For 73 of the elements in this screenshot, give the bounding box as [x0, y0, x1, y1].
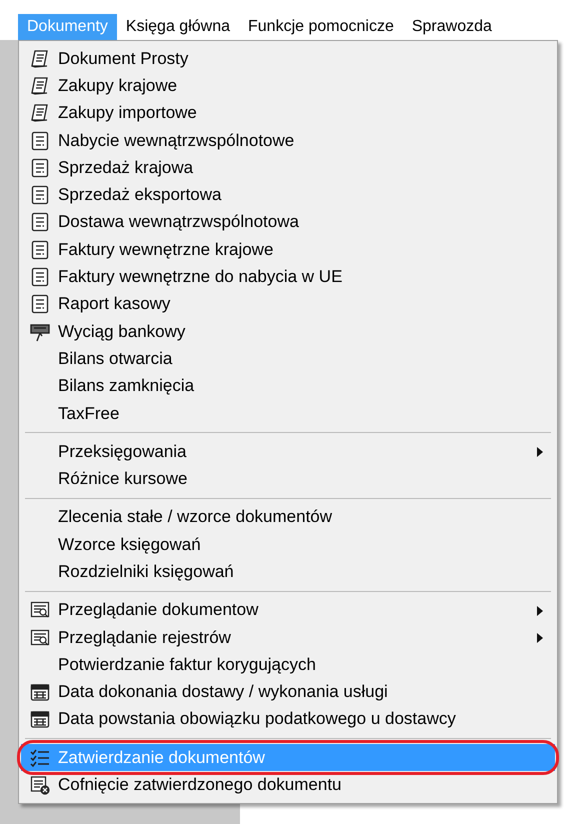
menu-item[interactable]: Księga główna	[116, 14, 239, 40]
menu-item-label: Różnice kursowe	[58, 469, 188, 490]
checklist-icon	[30, 748, 50, 768]
menu-item[interactable]: Przeglądanie rejestrów	[21, 624, 555, 652]
menu-item[interactable]: TaxFree	[21, 400, 555, 428]
menu-item-label: Zakupy krajowe	[58, 76, 178, 96]
menu-item-label: Dokument Prosty	[58, 48, 188, 69]
menu-item[interactable]: Różnice kursowe	[21, 465, 555, 493]
menu-item[interactable]: Data dokonania dostawy / wykonania usługi	[21, 678, 555, 706]
form-icon	[30, 185, 50, 206]
document-pen-icon	[30, 103, 50, 124]
form-icon	[30, 212, 50, 232]
submenu-arrow-icon	[537, 606, 543, 616]
menu-item-label: Cofnięcie zatwierdzonego dokumentu	[58, 775, 342, 796]
menu-item-label: Data dokonania dostawy / wykonania usługi	[58, 682, 388, 702]
menu-item[interactable]: Bilans zamknięcia	[21, 372, 555, 400]
menu-item[interactable]: Dostawa wewnątrzwspólnotowa	[21, 208, 555, 236]
menu-item[interactable]: Nabycie wewnątrzwspólnotowe	[21, 126, 555, 154]
menu-item-label: Data powstania obowiązku podatkowego u dostawcy	[58, 709, 456, 730]
document-pen-icon	[30, 76, 50, 96]
menu-item[interactable]: Wyciąg bankowy	[21, 318, 555, 346]
menu-item-label: Zakupy importowe	[58, 103, 197, 124]
calendar-icon	[30, 709, 50, 730]
menu-item[interactable]: Potwierdzanie faktur korygujących	[21, 651, 555, 679]
menu-item-label: Bilans zamknięcia	[58, 376, 194, 396]
menu-item-label: Sprzedaż eksportowa	[58, 185, 222, 206]
menu-item[interactable]: Cofnięcie zatwierdzonego dokumentu	[21, 771, 555, 799]
menu-item-label: Wyciąg bankowy	[58, 322, 186, 342]
menu-item-label: Zlecenia stałe / wzorce dokumentów	[58, 507, 332, 528]
menu-item-label: Faktury wewnętrzne krajowe	[58, 240, 274, 260]
menu-item[interactable]: Data powstania obowiązku podatkowego u dostawcy	[21, 706, 555, 734]
menu-item[interactable]: Przeglądanie dokumentow	[21, 596, 555, 624]
menu-item-label: Sprzedaż krajowa	[58, 158, 194, 178]
menu-item[interactable]: Funkcje pomocnicze	[239, 14, 403, 40]
form-icon	[30, 240, 50, 260]
menu-item-label: Przeglądanie dokumentow	[58, 600, 258, 620]
menu-item-label: Przeglądanie rejestrów	[58, 628, 231, 648]
calendar-icon	[30, 682, 50, 702]
submenu-arrow-icon	[537, 632, 543, 643]
document-magnifier-icon	[30, 628, 50, 648]
menu-item-label: Bilans otwarcia	[58, 348, 172, 369]
menu-item[interactable]: Dokument Prosty	[21, 45, 555, 72]
menu-item-label: Wzorce księgowań	[58, 534, 201, 555]
menu-item[interactable]: Sprzedaż eksportowa	[21, 181, 555, 209]
form-icon	[30, 158, 50, 178]
menu-item[interactable]: Wzorce księgowań	[21, 531, 555, 558]
menu-item[interactable]: Sprawozda	[402, 14, 501, 40]
menu-item-label: Potwierdzanie faktur korygujących	[58, 654, 316, 675]
menu-item-label: Dostawa wewnątrzwspólnotowa	[58, 212, 299, 232]
menu-item-label: Zatwierdzanie dokumentów	[58, 748, 265, 768]
menu-item[interactable]: Faktury wewnętrzne do nabycia w UE	[21, 263, 555, 291]
menu-item[interactable]: Bilans otwarcia	[21, 345, 555, 373]
form-icon	[30, 267, 50, 288]
menu-item[interactable]: Zakupy importowe	[21, 100, 555, 127]
report-icon	[30, 294, 50, 314]
menu-item[interactable]: Sprzedaż krajowa	[21, 154, 555, 182]
submenu-arrow-icon	[537, 447, 543, 458]
menu-item[interactable]: Rozdzielniki księgowań	[21, 558, 555, 586]
menu-item-label: Rozdzielniki księgowań	[58, 562, 234, 582]
menu-item-label: Nabycie wewnątrzwspólnotowe	[58, 130, 294, 151]
document-cancel-icon	[30, 775, 50, 796]
menu-item[interactable]: Zakupy krajowe	[21, 72, 555, 100]
menu-item-label: Faktury wewnętrzne do nabycia w UE	[58, 267, 342, 288]
menu-item-label: Raport kasowy	[58, 294, 170, 314]
menu-item[interactable]: Raport kasowy	[21, 290, 555, 318]
menu-item[interactable]: Przeksięgowania	[21, 438, 555, 466]
menu-item-label: TaxFree	[58, 404, 120, 424]
form-icon	[30, 130, 50, 151]
menu-item[interactable]: Faktury wewnętrzne krajowe	[21, 236, 555, 264]
menu-item[interactable]: Zlecenia stałe / wzorce dokumentów	[21, 504, 555, 532]
menu-item-label: Przeksięgowania	[58, 442, 187, 462]
bank-statement-icon	[30, 322, 50, 342]
document-pen-icon	[30, 48, 50, 69]
